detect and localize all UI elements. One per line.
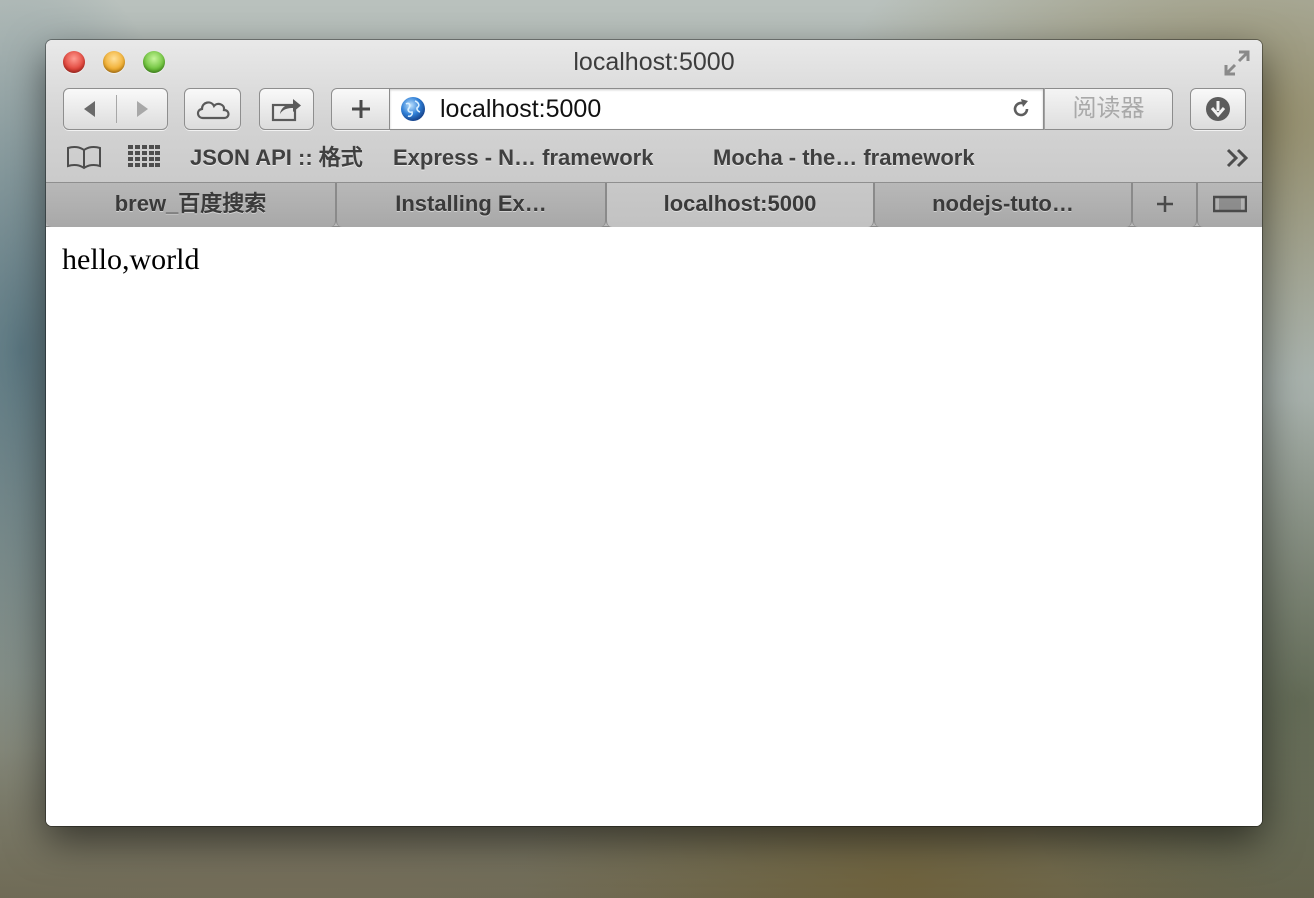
- new-tab-button[interactable]: [1132, 183, 1197, 227]
- cloud-icon: [196, 101, 230, 120]
- forward-button[interactable]: [117, 89, 167, 129]
- tab-localhost[interactable]: localhost:5000: [606, 183, 874, 227]
- forward-arrow-icon: [137, 101, 148, 117]
- reload-icon[interactable]: [1009, 97, 1033, 121]
- fullscreen-icon[interactable]: [1222, 48, 1252, 78]
- share-button[interactable]: [259, 88, 314, 130]
- back-button[interactable]: [64, 89, 116, 129]
- page-content: hello,world: [46, 227, 1262, 826]
- bookmarks-bar: JSON API :: 格式 Express - N… framework Mo…: [46, 137, 1262, 179]
- tab-bar: brew_百度搜索 Installing Ex… localhost:5000 …: [46, 182, 1262, 227]
- icloud-tabs-button[interactable]: [184, 88, 241, 130]
- reading-list-icon[interactable]: [66, 144, 102, 175]
- tab-nodejs-tutorial[interactable]: nodejs-tuto…: [874, 183, 1132, 227]
- window-title: localhost:5000: [573, 48, 735, 76]
- bookmark-item[interactable]: JSON API :: 格式: [190, 141, 363, 175]
- tab-overview-button[interactable]: [1197, 183, 1262, 227]
- plus-icon: [351, 100, 370, 118]
- tab-installing-express[interactable]: Installing Ex…: [336, 183, 606, 227]
- plus-icon: [1156, 196, 1173, 212]
- top-sites-icon[interactable]: [128, 145, 160, 172]
- bookmark-item[interactable]: Mocha - the… framework: [713, 141, 975, 175]
- download-icon: [1206, 97, 1230, 121]
- bookmark-item[interactable]: Express - N… framework: [393, 141, 653, 175]
- add-bookmark-button[interactable]: [331, 88, 390, 130]
- page-body-text: hello,world: [62, 243, 200, 276]
- downloads-button[interactable]: [1190, 88, 1246, 130]
- address-bar[interactable]: localhost:5000: [389, 88, 1044, 130]
- reader-button[interactable]: 阅读器: [1044, 88, 1173, 130]
- tab-brew[interactable]: brew_百度搜索: [46, 183, 336, 227]
- more-bookmarks-chevron-icon[interactable]: [1226, 148, 1254, 173]
- tab-view-icon: [1212, 195, 1248, 213]
- back-forward-buttons: [63, 88, 168, 130]
- browser-window: localhost:5000 localhost:5000 阅读器 JSON A…: [46, 40, 1262, 826]
- globe-icon: [401, 97, 425, 121]
- share-icon: [271, 99, 301, 122]
- address-input-value: localhost:5000: [440, 95, 602, 123]
- back-arrow-icon: [84, 101, 95, 117]
- browser-chrome: localhost:5000 localhost:5000 阅读器 JSON A…: [46, 40, 1262, 227]
